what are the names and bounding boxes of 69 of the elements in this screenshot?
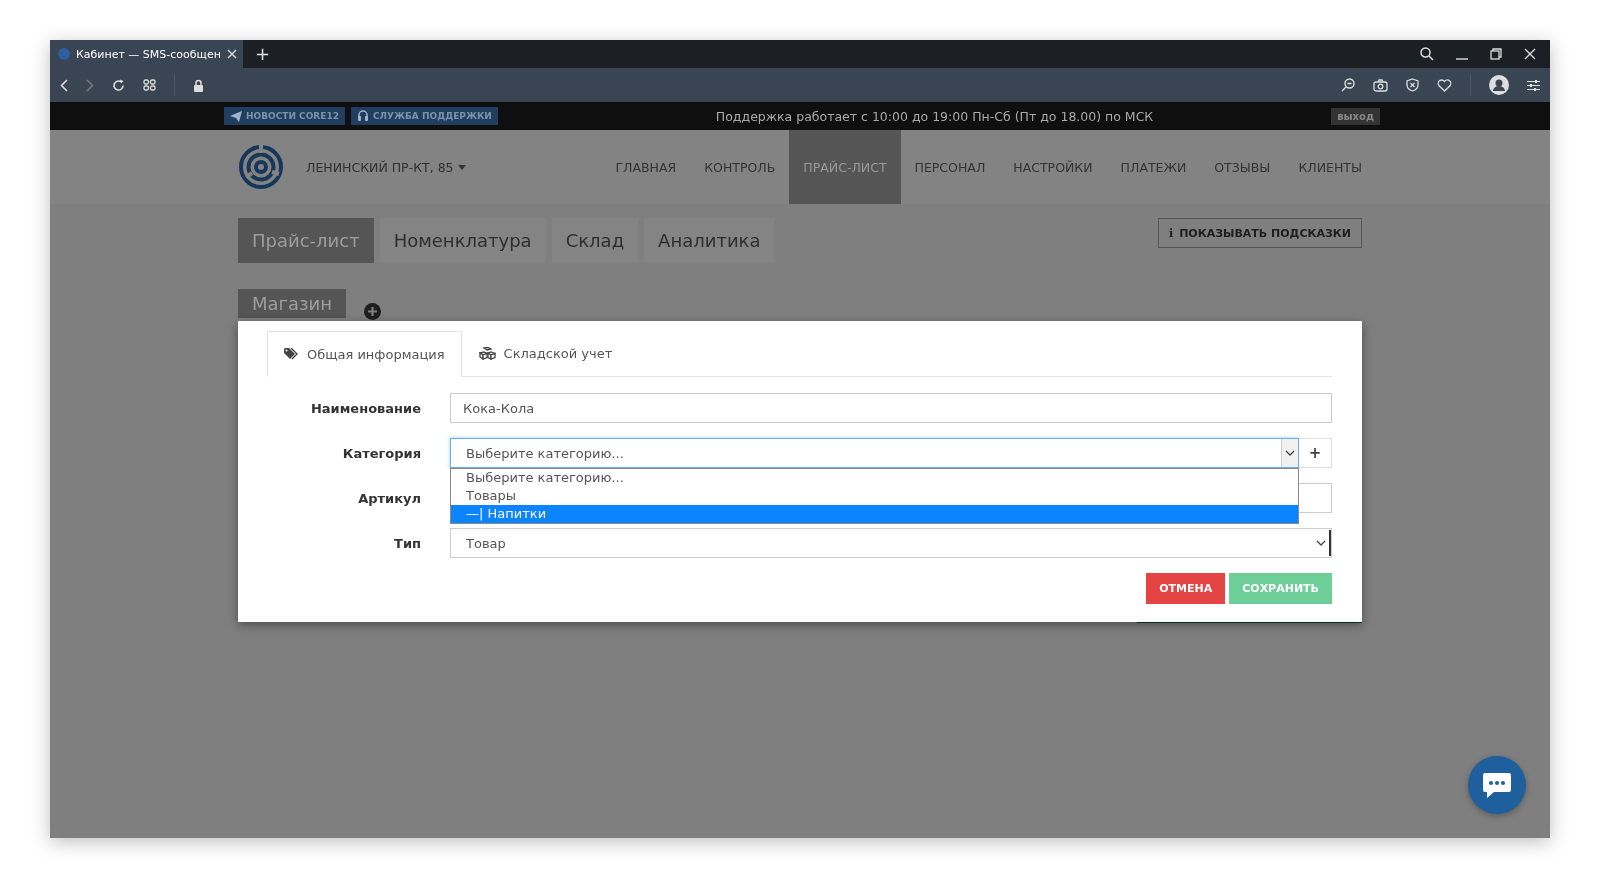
reload-icon[interactable]: [112, 78, 125, 92]
headset-icon: [356, 110, 369, 122]
field-label: Артикул: [357, 490, 421, 506]
chat-button[interactable]: [1468, 756, 1526, 814]
select-field[interactable]: Товар: [450, 528, 1332, 558]
search-icon[interactable]: [1420, 47, 1434, 61]
section-tab[interactable]: Склад: [551, 218, 639, 263]
chevron-down-icon: [1285, 450, 1295, 456]
add-circle-icon[interactable]: [364, 303, 382, 320]
chevron-down-icon: [1316, 540, 1326, 546]
store-tab[interactable]: Магазин: [238, 289, 347, 318]
section-tab[interactable]: Аналитика: [644, 218, 775, 263]
nav-link[interactable]: ОТЗЫВЫ: [1200, 130, 1285, 204]
section-tab[interactable]: Прайс-лист: [238, 218, 374, 263]
close-icon[interactable]: [1524, 48, 1536, 60]
logo-icon: [238, 144, 284, 190]
logout-button[interactable]: выход: [1331, 107, 1380, 125]
cubes-icon: [478, 347, 496, 360]
shield-icon[interactable]: [1406, 78, 1419, 92]
select-value: Выберите категорию...: [466, 445, 625, 461]
nav-link[interactable]: ГЛАВНАЯ: [601, 130, 691, 204]
close-icon[interactable]: [226, 49, 237, 59]
dropdown-option[interactable]: Выберите категорию...: [451, 469, 1298, 487]
modal-tab[interactable]: Общая информация: [267, 331, 462, 377]
new-tab-button[interactable]: +: [242, 40, 282, 68]
chat-icon: [1482, 771, 1512, 799]
select-field[interactable]: Выберите категорию...: [450, 438, 1299, 468]
restore-icon[interactable]: [1490, 48, 1502, 60]
cancel-button[interactable]: ОТМЕНА: [1146, 573, 1226, 604]
support-hours-notice: Поддержка работает с 10:00 до 19:00 Пн-Сб (Пт до 18.00) по МСК: [714, 108, 1155, 124]
add-button[interactable]: +: [1299, 438, 1332, 468]
dropdown-option[interactable]: —| Напитки: [451, 505, 1298, 523]
settings-icon[interactable]: [1527, 79, 1540, 91]
nav-link[interactable]: ПЛАТЕЖИ: [1106, 130, 1201, 204]
modal-tab[interactable]: Складской учет: [461, 331, 630, 376]
save-button[interactable]: СОХРАНИТЬ: [1229, 573, 1332, 604]
show-hints-button[interactable]: i ПОКАЗЫВАТЬ ПОДСКАЗКИ: [1157, 218, 1362, 248]
top-bar-button-label: НОВОСТИ CORE12: [246, 111, 339, 121]
nav-link[interactable]: КОНТРОЛЬ: [690, 130, 790, 204]
nav-link[interactable]: ПЕРСОНАЛ: [900, 130, 1000, 204]
browser-tab[interactable]: Кабинет — SMS-сообщен: [50, 40, 243, 68]
modal-tab-label: Общая информация: [307, 346, 445, 362]
nav-link[interactable]: ПРАЙС-ЛИСТ: [789, 130, 901, 204]
caret-icon: [457, 164, 466, 170]
tab-title: Кабинет — SMS-сообщен: [76, 47, 221, 61]
show-hints-label: ПОКАЗЫВАТЬ ПОДСКАЗКИ: [1179, 226, 1351, 240]
paper-plane-icon: [230, 110, 242, 122]
avatar-icon[interactable]: [1489, 75, 1509, 95]
dropdown-option[interactable]: Товары: [451, 487, 1298, 505]
field-label: Категория: [341, 445, 421, 461]
info-icon: i: [1168, 226, 1174, 240]
lock-icon: [193, 78, 204, 92]
section-tab[interactable]: Номенклатура: [379, 218, 546, 263]
modal-tab-label: Складской учет: [503, 346, 613, 361]
tags-icon: [284, 348, 299, 360]
top-bar-button[interactable]: СЛУЖБА ПОДДЕРЖКИ: [350, 107, 498, 125]
top-bar-button[interactable]: НОВОСТИ CORE12: [224, 107, 345, 125]
heart-icon[interactable]: [1437, 78, 1452, 92]
camera-icon[interactable]: [1373, 78, 1388, 92]
field-label: Тип: [393, 535, 421, 551]
select-value: Товар: [466, 535, 507, 551]
nav-link[interactable]: НАСТРОЙКИ: [999, 130, 1107, 204]
grid-icon[interactable]: [143, 79, 156, 91]
nav-link[interactable]: КЛИЕНТЫ: [1284, 130, 1362, 204]
field-label: Наименование: [309, 400, 421, 416]
back-icon[interactable]: [60, 78, 68, 92]
text-field[interactable]: Кока-Кола: [450, 393, 1332, 423]
zoom-out-icon[interactable]: [1341, 78, 1355, 92]
top-bar-button-label: СЛУЖБА ПОДДЕРЖКИ: [372, 111, 492, 121]
